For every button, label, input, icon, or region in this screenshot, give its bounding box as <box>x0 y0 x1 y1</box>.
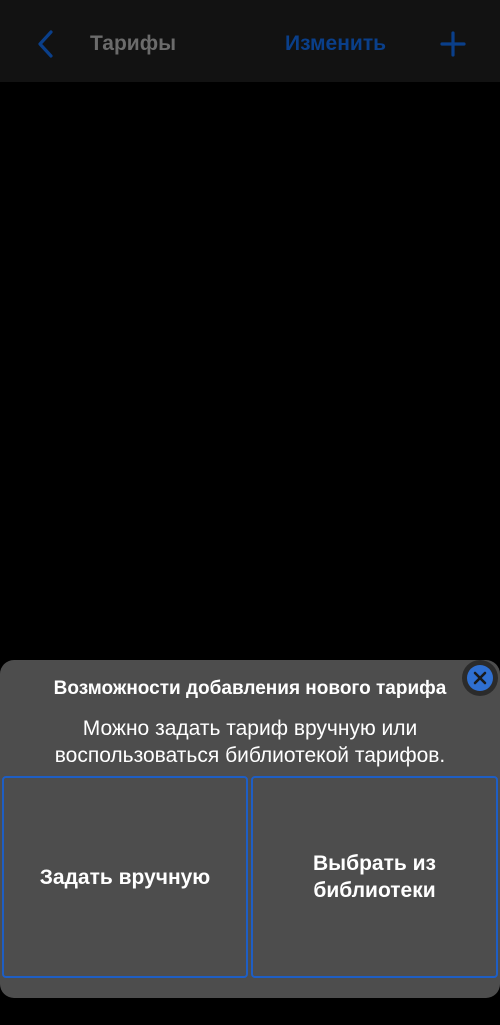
chevron-left-icon <box>38 30 53 58</box>
choose-from-library-button[interactable]: Выбрать из библиотеки <box>251 776 498 978</box>
screen: Тарифы Изменить Возможности добавления н… <box>0 0 500 1025</box>
edit-button[interactable]: Изменить <box>285 30 386 58</box>
close-button[interactable] <box>462 660 498 696</box>
sheet-description: Можно задать тариф вручную или воспользо… <box>54 717 446 767</box>
add-button[interactable] <box>434 24 472 64</box>
sheet-title: Возможности добавления нового тарифа <box>53 678 447 699</box>
plus-icon <box>440 31 466 57</box>
set-manually-label: Задать вручную <box>39 865 211 889</box>
set-manually-button[interactable]: Задать вручную <box>2 776 248 978</box>
add-tariff-sheet: Возможности добавления нового тарифа Мож… <box>0 660 500 998</box>
close-icon <box>473 671 487 685</box>
page-title: Тарифы <box>90 32 177 55</box>
close-icon-circle <box>467 665 493 691</box>
navigation-bar: Тарифы Изменить <box>0 0 500 82</box>
choose-from-library-label: Выбрать из библиотеки <box>313 852 436 902</box>
back-button[interactable] <box>28 24 64 64</box>
